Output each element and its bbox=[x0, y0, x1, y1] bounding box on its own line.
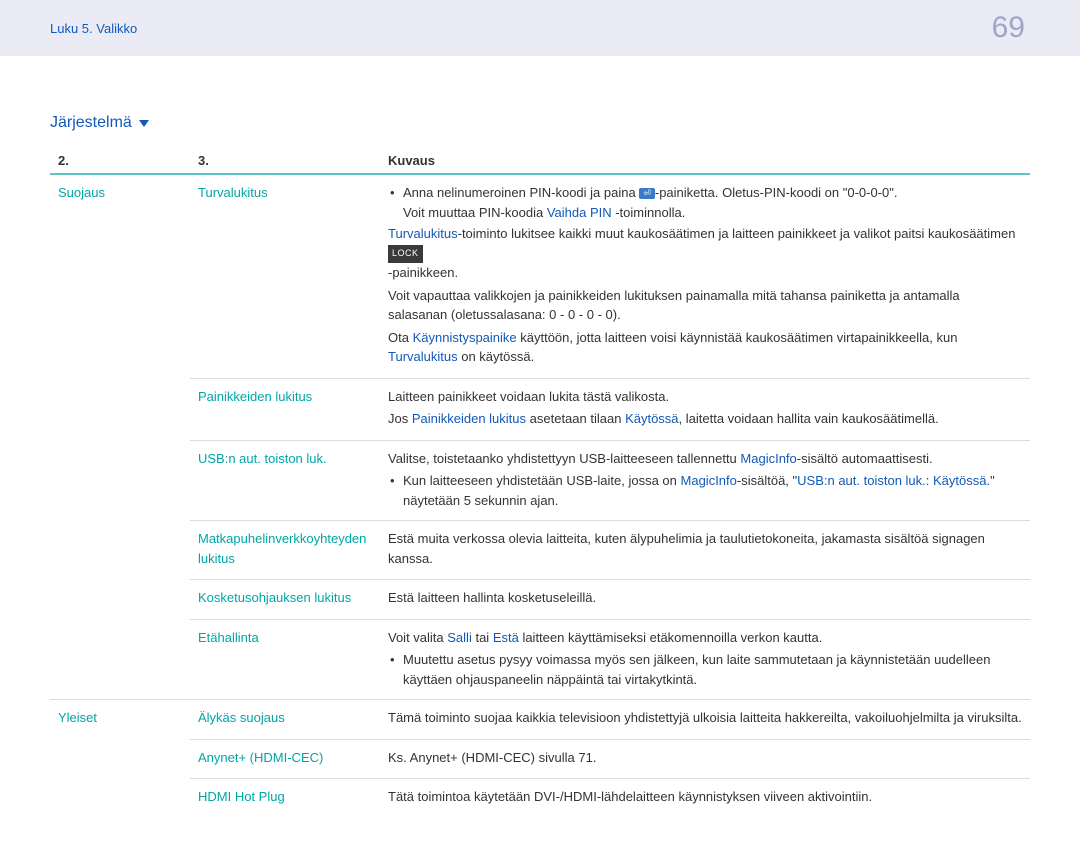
subcategory-cell: Etähallinta bbox=[190, 619, 380, 700]
list-item: Kun laitteeseen yhdistetään USB-laite, j… bbox=[388, 471, 1022, 510]
link-text[interactable]: Turvalukitus bbox=[388, 349, 458, 364]
section-title: Järjestelmä bbox=[50, 114, 1030, 132]
link-text[interactable]: Estä bbox=[493, 630, 519, 645]
text: Estä laitteen hallinta kosketuseleillä. bbox=[388, 588, 1022, 608]
link-text[interactable]: Käytössä bbox=[625, 411, 678, 426]
subcategory-cell: Älykäs suojaus bbox=[190, 700, 380, 740]
link-text[interactable]: USB:n aut. toiston luk. bbox=[797, 473, 926, 488]
lock-badge: LOCK bbox=[388, 245, 423, 263]
link-text[interactable]: Vaihda PIN bbox=[547, 205, 612, 220]
link-text[interactable]: Painikkeiden lukitus bbox=[412, 411, 526, 426]
text: Valitse, toistetaanko yhdistettyyn USB-l… bbox=[388, 451, 740, 466]
settings-table: 2. 3. Kuvaus Suojaus Turvalukitus Anna n… bbox=[50, 148, 1030, 818]
text: Estä muita verkossa olevia laitteita, ku… bbox=[388, 529, 1022, 568]
text: Ks. Anynet+ (HDMI-CEC) sivulla 71. bbox=[388, 748, 1022, 768]
category-cell: Yleiset bbox=[50, 700, 190, 740]
table-row: Kosketusohjauksen lukitus Estä laitteen … bbox=[50, 580, 1030, 620]
breadcrumb[interactable]: Luku 5. Valikko bbox=[50, 21, 137, 36]
text: Voit vapauttaa valikkojen ja painikkeide… bbox=[388, 286, 1022, 325]
text: -sisältöä, " bbox=[737, 473, 797, 488]
subcategory-cell: HDMI Hot Plug bbox=[190, 779, 380, 818]
text: -painikkeen. bbox=[388, 265, 458, 280]
text: Anna nelinumeroinen PIN-koodi ja paina bbox=[403, 185, 639, 200]
text: Laitteen painikkeet voidaan lukita tästä… bbox=[388, 387, 1022, 407]
description-cell: Tätä toimintoa käytetään DVI-/HDMI-lähde… bbox=[380, 779, 1030, 818]
page-header: Luku 5. Valikko 69 bbox=[0, 0, 1080, 56]
description-cell: Tämä toiminto suojaa kaikkia televisioon… bbox=[380, 700, 1030, 740]
text: : bbox=[926, 473, 933, 488]
description-cell: Anna nelinumeroinen PIN-koodi ja paina ⏎… bbox=[380, 174, 1030, 378]
text: , laitetta voidaan hallita vain kaukosää… bbox=[679, 411, 939, 426]
description-cell: Estä laitteen hallinta kosketuseleillä. bbox=[380, 580, 1030, 620]
text: on käytössä. bbox=[458, 349, 535, 364]
text: Ota bbox=[388, 330, 413, 345]
text: Voit valita bbox=[388, 630, 447, 645]
text: asetetaan tilaan bbox=[526, 411, 625, 426]
subcategory-cell: Matkapuhelinverkkoyhteyden lukitus bbox=[190, 521, 380, 580]
enter-icon: ⏎ bbox=[639, 188, 655, 199]
description-cell: Valitse, toistetaanko yhdistettyyn USB-l… bbox=[380, 440, 1030, 521]
text: -toiminnolla. bbox=[612, 205, 686, 220]
subcategory-cell: USB:n aut. toiston luk. bbox=[190, 440, 380, 521]
list-item: Anna nelinumeroinen PIN-koodi ja paina ⏎… bbox=[388, 183, 1022, 222]
text: laitteen käyttämiseksi etäkomennoilla ve… bbox=[519, 630, 823, 645]
text: -toiminto lukitsee kaikki muut kaukosäät… bbox=[458, 226, 1016, 241]
text: Tätä toimintoa käytetään DVI-/HDMI-lähde… bbox=[388, 787, 1022, 807]
page-number: 69 bbox=[992, 11, 1025, 45]
description-cell: Estä muita verkossa olevia laitteita, ku… bbox=[380, 521, 1030, 580]
section-title-text: Järjestelmä bbox=[50, 114, 132, 132]
table-header-col3: Kuvaus bbox=[380, 148, 1030, 174]
link-text[interactable]: Salli bbox=[447, 630, 472, 645]
subcategory-cell: Turvalukitus bbox=[190, 174, 380, 378]
table-row: Painikkeiden lukitus Laitteen painikkeet… bbox=[50, 378, 1030, 440]
link-text[interactable]: Käynnistyspainike bbox=[413, 330, 517, 345]
text: Jos bbox=[388, 411, 412, 426]
link-text[interactable]: Käytössä. bbox=[933, 473, 990, 488]
table-row: Etähallinta Voit valita Salli tai Estä l… bbox=[50, 619, 1030, 700]
link-text[interactable]: Turvalukitus bbox=[388, 226, 458, 241]
table-row: HDMI Hot Plug Tätä toimintoa käytetään D… bbox=[50, 779, 1030, 818]
page-content: Järjestelmä 2. 3. Kuvaus Suojaus Turvalu… bbox=[0, 56, 1080, 868]
link-text[interactable]: MagicInfo bbox=[740, 451, 796, 466]
table-row: Anynet+ (HDMI-CEC) Ks. Anynet+ (HDMI-CEC… bbox=[50, 739, 1030, 779]
description-cell: Laitteen painikkeet voidaan lukita tästä… bbox=[380, 378, 1030, 440]
text: Voit muuttaa PIN-koodia bbox=[403, 205, 547, 220]
link-text[interactable]: MagicInfo bbox=[681, 473, 737, 488]
table-row: USB:n aut. toiston luk. Valitse, toistet… bbox=[50, 440, 1030, 521]
list-item: Muutettu asetus pysyy voimassa myös sen … bbox=[388, 650, 1022, 689]
text: tai bbox=[472, 630, 493, 645]
text: Tämä toiminto suojaa kaikkia televisioon… bbox=[388, 708, 1022, 728]
subcategory-cell: Kosketusohjauksen lukitus bbox=[190, 580, 380, 620]
description-cell: Voit valita Salli tai Estä laitteen käyt… bbox=[380, 619, 1030, 700]
table-header-col2: 3. bbox=[190, 148, 380, 174]
subcategory-cell: Painikkeiden lukitus bbox=[190, 378, 380, 440]
table-header-col1: 2. bbox=[50, 148, 190, 174]
text: käyttöön, jotta laitteen voisi käynnistä… bbox=[517, 330, 958, 345]
text: Kun laitteeseen yhdistetään USB-laite, j… bbox=[403, 473, 681, 488]
table-row: Matkapuhelinverkkoyhteyden lukitus Estä … bbox=[50, 521, 1030, 580]
text: -sisältö automaattisesti. bbox=[797, 451, 933, 466]
table-row: Suojaus Turvalukitus Anna nelinumeroinen… bbox=[50, 174, 1030, 378]
category-cell: Suojaus bbox=[50, 174, 190, 378]
triangle-down-icon bbox=[139, 120, 149, 127]
subcategory-cell: Anynet+ (HDMI-CEC) bbox=[190, 739, 380, 779]
description-cell: Ks. Anynet+ (HDMI-CEC) sivulla 71. bbox=[380, 739, 1030, 779]
text: -painiketta. Oletus-PIN-koodi on "0-0-0-… bbox=[655, 185, 898, 200]
table-row: Yleiset Älykäs suojaus Tämä toiminto suo… bbox=[50, 700, 1030, 740]
